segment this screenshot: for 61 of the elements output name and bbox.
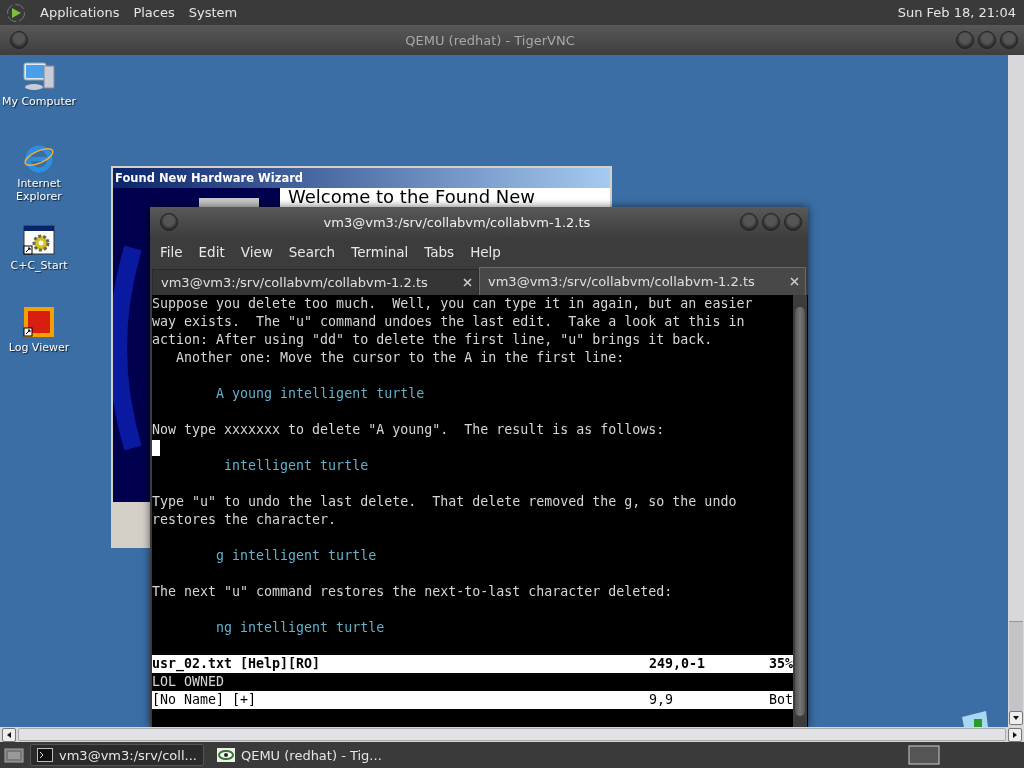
menu-item[interactable]: Terminal xyxy=(345,240,415,264)
horizontal-scrollbar[interactable] xyxy=(0,727,1024,742)
menu-item[interactable]: Help xyxy=(464,240,507,264)
window-menu-button[interactable] xyxy=(10,31,28,49)
workspace-icon[interactable] xyxy=(908,745,940,765)
example-text: g intelligent turtle xyxy=(215,547,377,565)
terminal-text: Suppose you delete too much. Well, you can type it in again, but an easier xyxy=(152,295,753,313)
menu-item[interactable]: Edit xyxy=(192,240,231,264)
terminal-text: Type "u" to undo the last delete. That delete removed the g, so the undo xyxy=(152,493,737,511)
terminal-text: LOL OWNED xyxy=(152,673,225,691)
terminal-text: action: After using "dd" to delete the first line, "u" brings it back. xyxy=(152,331,713,349)
text-cursor xyxy=(152,440,160,456)
desktop-icon-label[interactable]: My Computer xyxy=(1,95,77,108)
menu-item[interactable]: File xyxy=(154,240,189,264)
window-title: QEMU (redhat) - TigerVNC xyxy=(404,32,576,48)
terminal-text: Another one: Move the cursor to the A in the first line: xyxy=(175,349,625,367)
terminal-text: The next "u" command restores the next-to-last character deleted: xyxy=(152,583,673,601)
arrow-icon[interactable] xyxy=(5,730,13,739)
log-viewer-icon xyxy=(23,306,55,338)
gear-window-icon xyxy=(23,224,55,256)
task-button[interactable]: QEMU (redhat) - Tig... xyxy=(209,744,389,766)
task-button[interactable]: vm3@vm3:/srv/coll... xyxy=(30,744,204,766)
desktop-icon-label[interactable]: Log Viewer xyxy=(8,341,70,354)
wizard-title: Found New Hardware Wizard xyxy=(113,168,610,188)
desktop-icon-label[interactable]: Internet Explorer xyxy=(0,177,78,203)
maximize-button[interactable] xyxy=(762,213,780,231)
panel-menu[interactable]: Applications xyxy=(40,5,120,20)
panel-menu[interactable]: System xyxy=(188,5,238,20)
example-text: ng intelligent turtle xyxy=(215,619,385,637)
logo-icon xyxy=(6,2,26,23)
scrollbar[interactable] xyxy=(793,295,807,727)
wizard-heading: Welcome to the Found New xyxy=(288,188,537,206)
terminal-title: vm3@vm3:/srv/collabvm/collabvm-1.2.ts xyxy=(322,214,592,230)
maximize-button[interactable] xyxy=(978,31,996,49)
desktop-icon-label[interactable]: C+C_Start xyxy=(10,259,68,272)
minimize-button[interactable] xyxy=(956,31,974,49)
window-menu-button[interactable] xyxy=(160,213,178,231)
minimize-button[interactable] xyxy=(740,213,758,231)
menu-item[interactable]: View xyxy=(234,240,279,264)
menu-item[interactable]: Search xyxy=(282,240,342,264)
terminal-tab[interactable]: vm3@vm3:/srv/collabvm/collabvm-1.2.ts xyxy=(152,269,479,295)
panel-menu[interactable]: Places xyxy=(133,5,175,20)
computer-icon xyxy=(22,60,56,92)
terminal-text: way exists. The "u" command undoes the last edit. Take a look at this in xyxy=(152,313,745,331)
terminal-icon xyxy=(37,748,53,762)
example-text: A young intelligent turtle xyxy=(215,385,425,403)
close-icon[interactable] xyxy=(463,278,472,287)
show-desktop-icon[interactable] xyxy=(4,746,24,764)
scroll-thumb[interactable] xyxy=(1009,621,1023,711)
close-icon[interactable] xyxy=(790,277,799,286)
example-text: intelligent turtle xyxy=(223,457,369,475)
menu-item[interactable]: Tabs xyxy=(418,240,461,264)
recycle-bin-icon xyxy=(960,711,990,727)
terminal-tab[interactable]: vm3@vm3:/srv/collabvm/collabvm-1.2.ts xyxy=(479,267,806,295)
close-button[interactable] xyxy=(784,213,802,231)
terminal-text: restores the character. xyxy=(152,511,337,529)
eye-icon xyxy=(216,748,235,762)
close-button[interactable] xyxy=(1000,31,1018,49)
terminal-text: Now type xxxxxxx to delete "A young". The result is as follows: xyxy=(152,421,665,439)
vertical-scrollbar[interactable] xyxy=(1008,55,1024,727)
clock[interactable]: Sun Feb 18, 21:04 xyxy=(897,5,1018,20)
